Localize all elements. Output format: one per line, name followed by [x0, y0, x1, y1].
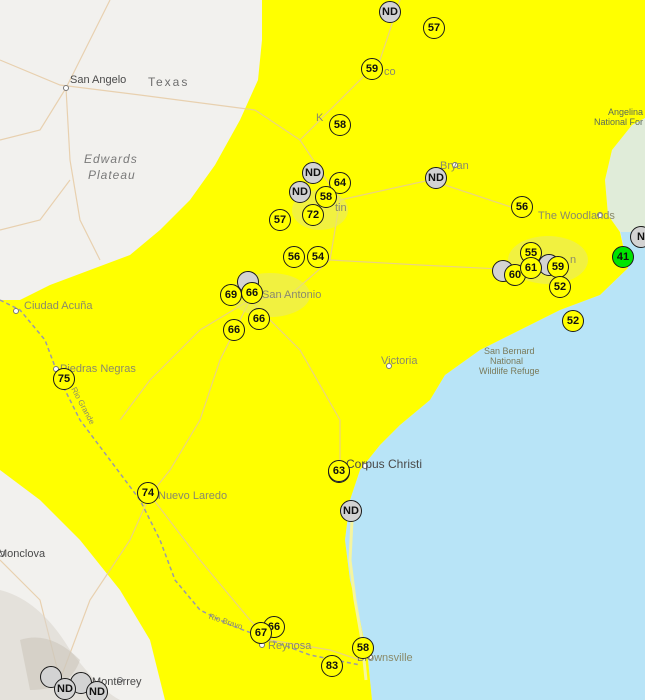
- label-plateau: Plateau: [88, 168, 136, 182]
- station-marker[interactable]: 57: [423, 17, 445, 39]
- station-marker[interactable]: ND: [425, 167, 447, 189]
- station-marker[interactable]: ND: [340, 500, 362, 522]
- san-angelo-dot: [63, 85, 69, 91]
- station-marker[interactable]: 52: [562, 310, 584, 332]
- basemap: [0, 0, 645, 700]
- station-marker[interactable]: 75: [53, 368, 75, 390]
- station-marker[interactable]: 66: [241, 282, 263, 304]
- station-marker[interactable]: ND: [54, 678, 76, 700]
- station-marker[interactable]: 56: [511, 196, 533, 218]
- label-reynosa: Reynosa: [268, 640, 312, 652]
- station-marker[interactable]: N: [630, 226, 645, 248]
- station-marker[interactable]: 63: [328, 460, 350, 482]
- station-marker[interactable]: 56: [283, 246, 305, 268]
- label-national: National: [490, 356, 524, 366]
- station-marker[interactable]: 74: [137, 482, 159, 504]
- station-marker[interactable]: 69: [220, 284, 242, 306]
- label-killeen-fragment: K: [316, 112, 324, 124]
- label-wildlife-refuge: Wildlife Refuge: [479, 366, 540, 376]
- label-corpus-christi: Corpus Christi: [346, 457, 423, 471]
- station-marker[interactable]: 59: [361, 58, 383, 80]
- station-marker[interactable]: ND: [289, 181, 311, 203]
- station-marker[interactable]: 58: [352, 637, 374, 659]
- station-marker[interactable]: ND: [302, 162, 324, 184]
- station-marker[interactable]: 66: [223, 319, 245, 341]
- station-marker[interactable]: 67: [250, 622, 272, 644]
- station-marker[interactable]: 41: [612, 246, 634, 268]
- station-marker[interactable]: 58: [329, 114, 351, 136]
- station-marker[interactable]: 83: [321, 655, 343, 677]
- station-marker[interactable]: 61: [520, 257, 542, 279]
- label-edwards: Edwards: [84, 152, 138, 166]
- ciudad-acuna-dot: [13, 308, 19, 314]
- label-nuevo-laredo: Nuevo Laredo: [158, 490, 228, 502]
- label-san-angelo: San Angelo: [70, 74, 127, 86]
- label-texas: Texas: [148, 75, 190, 89]
- station-marker[interactable]: 52: [549, 276, 571, 298]
- station-marker[interactable]: ND: [379, 1, 401, 23]
- label-austin-fragment: tin: [335, 202, 347, 214]
- air-quality-map[interactable]: San Angelo Texas Edwards Plateau co K Br…: [0, 0, 645, 700]
- label-ciudad-acuna: Ciudad Acuña: [24, 300, 93, 312]
- label-national-forest: National For: [594, 117, 644, 127]
- label-monclova: Monclova: [0, 548, 46, 560]
- station-marker[interactable]: 72: [302, 204, 324, 226]
- label-the-woodlands: The Woodlands: [538, 210, 615, 222]
- label-waco-fragment: co: [384, 66, 396, 78]
- station-marker[interactable]: ND: [86, 681, 108, 700]
- station-marker[interactable]: 66: [248, 308, 270, 330]
- label-angelina: Angelina: [608, 107, 644, 117]
- label-victoria: Victoria: [381, 355, 418, 367]
- label-san-bernard: San Bernard: [484, 346, 535, 356]
- station-marker[interactable]: 57: [269, 209, 291, 231]
- label-houston-fragment: n: [570, 254, 577, 266]
- station-marker[interactable]: 59: [547, 256, 569, 278]
- label-san-antonio: San Antonio: [262, 289, 322, 301]
- station-marker[interactable]: 54: [307, 246, 329, 268]
